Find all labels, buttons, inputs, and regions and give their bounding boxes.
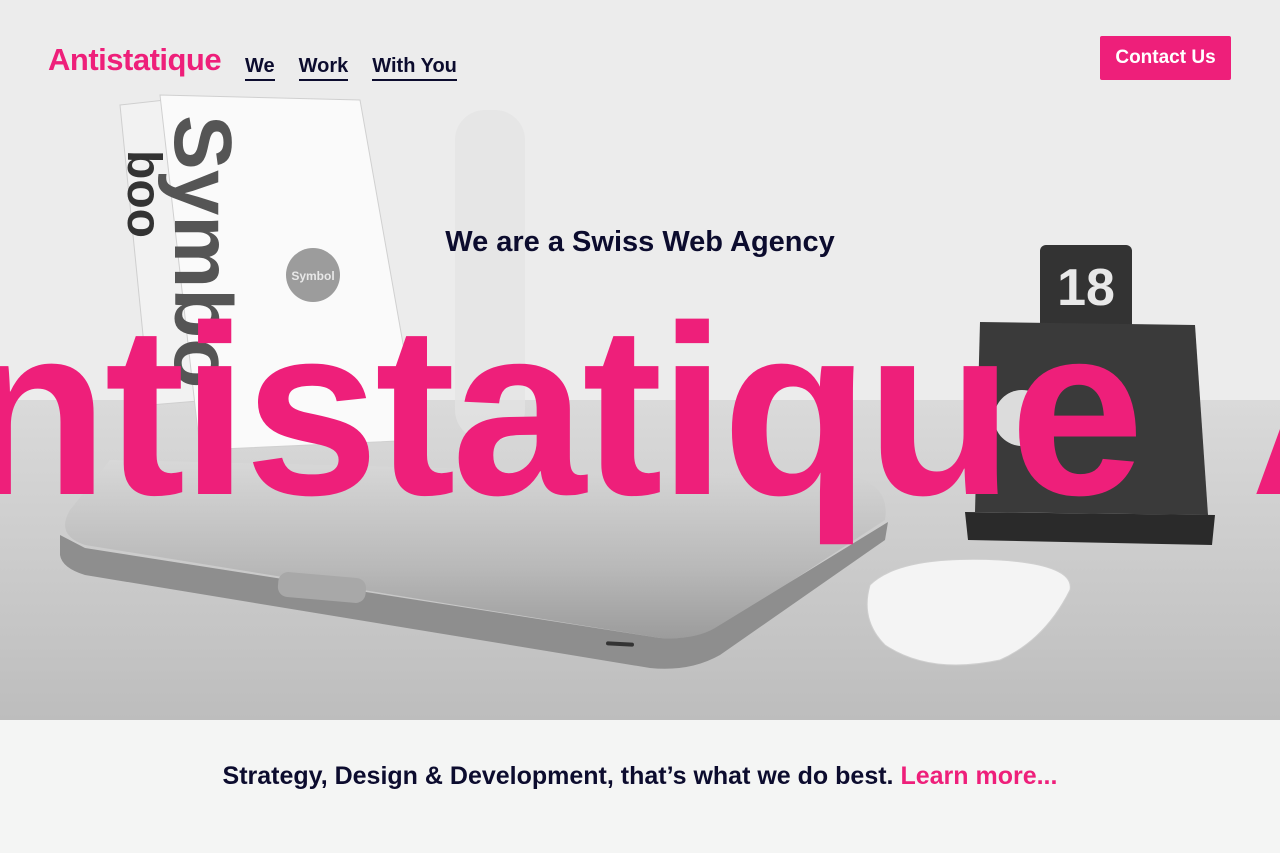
hero-tagline: We are a Swiss Web Agency xyxy=(445,226,835,258)
book-logo-text: boo xyxy=(117,150,170,238)
hero-background-photo: Symbo boo Symbol 18 xyxy=(0,0,1280,720)
intro-band: Strategy, Design & Development, that’s w… xyxy=(0,720,1280,853)
logo[interactable]: Antistatique xyxy=(48,42,222,78)
table-number-text: 18 xyxy=(1057,259,1115,317)
nav-item-we[interactable]: We xyxy=(245,54,275,81)
intro-statement: Strategy, Design & Development, that’s w… xyxy=(222,762,894,790)
hero-section: Symbo boo Symbol 18 Antistatique We Work… xyxy=(0,0,1280,720)
nav-item-with-you[interactable]: With You xyxy=(372,54,457,81)
nav-item-work[interactable]: Work xyxy=(298,54,349,81)
main-nav: We Work With You xyxy=(245,54,457,81)
contact-us-button[interactable]: Contact Us xyxy=(1100,36,1231,80)
book-sticker-text: Symbol xyxy=(291,269,334,283)
intro-text: Strategy, Design & Development, that’s w… xyxy=(223,762,1058,791)
learn-more-link[interactable]: Learn more... xyxy=(900,762,1057,790)
